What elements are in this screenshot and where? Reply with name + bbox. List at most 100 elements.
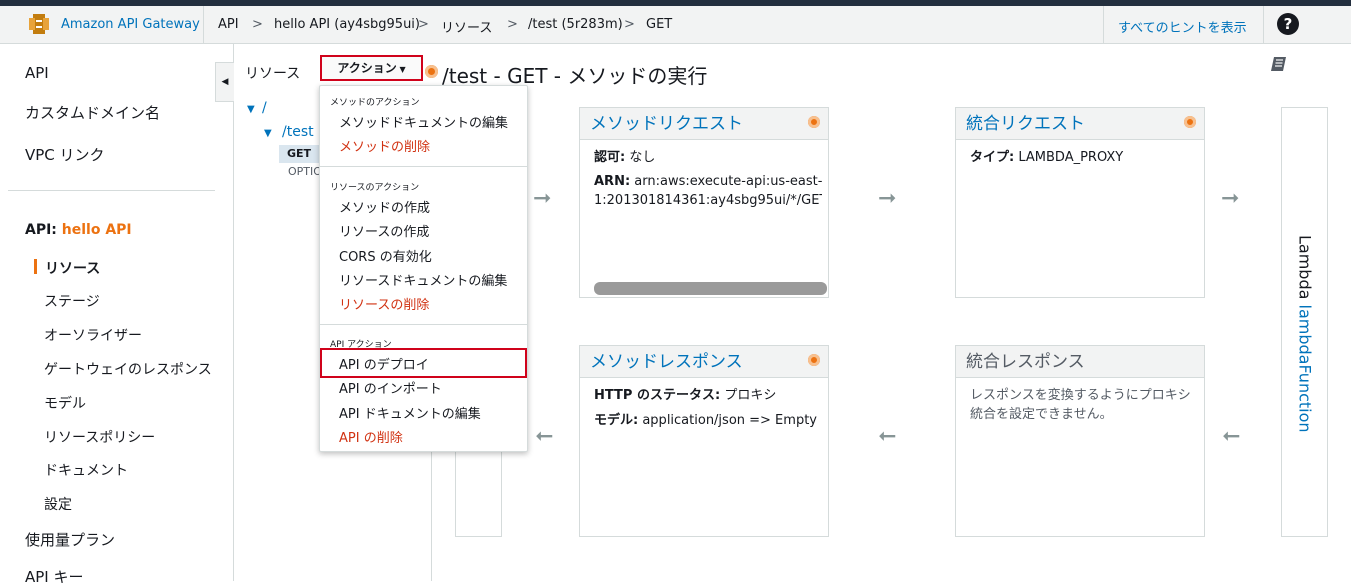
integration-request-body: タイプ: LAMBDA_PROXY	[970, 148, 1198, 167]
menu-deploy-api[interactable]: API のデプロイ	[339, 354, 429, 373]
nav-vpc-link[interactable]: VPC リンク	[25, 144, 105, 165]
menu-delete-method[interactable]: メソッドの削除	[339, 136, 430, 155]
arrow-left-icon: ➞	[535, 424, 554, 449]
dropdown-section-resource: リソースのアクション	[330, 183, 420, 193]
arn-value-line2: 1:201301814361:ay4sbg95ui/*/GET/test	[594, 193, 822, 208]
tree-method-get[interactable]: GET	[279, 145, 319, 163]
tree-expand-icon[interactable]: ▼	[264, 128, 272, 139]
arrow-right-icon: ➞	[878, 186, 897, 211]
menu-edit-method-docs[interactable]: メソッドドキュメントの編集	[339, 112, 508, 131]
model-value: application/json => Empty	[642, 413, 817, 428]
breadcrumb-separator: >	[418, 17, 429, 32]
integration-request-title[interactable]: 統合リクエスト	[956, 108, 1204, 140]
help-icon[interactable]: ?	[1277, 13, 1299, 35]
menu-import-api[interactable]: API のインポート	[339, 378, 442, 397]
status-dot-icon	[1184, 116, 1196, 128]
arrow-left-icon: ➞	[1222, 424, 1241, 449]
breadcrumb-separator: >	[624, 17, 635, 32]
header-divider	[203, 6, 204, 44]
nav-api[interactable]: API	[25, 64, 49, 82]
actions-button-label: アクション	[337, 61, 397, 75]
nav-custom-domain[interactable]: カスタムドメイン名	[25, 102, 160, 123]
horizontal-scrollbar[interactable]	[594, 282, 827, 295]
integration-response-note-line2: 統合を設定できません。	[970, 407, 1113, 422]
header-divider	[1103, 6, 1104, 44]
status-dot-icon	[808, 354, 820, 366]
show-all-hints-link[interactable]: すべてのヒントを表示	[1118, 17, 1247, 36]
lambda-label: Lambda	[1295, 235, 1315, 300]
arn-value-line1: arn:aws:execute-api:us-east-	[634, 174, 823, 189]
header-divider	[1263, 6, 1264, 44]
arrow-right-icon: ➞	[533, 186, 552, 211]
model-label: モデル:	[594, 413, 639, 428]
status-dot-icon	[808, 116, 820, 128]
nav-api-keys[interactable]: API キー	[25, 566, 84, 587]
menu-edit-api-docs[interactable]: API ドキュメントの編集	[339, 403, 481, 422]
menu-delete-api[interactable]: API の削除	[339, 427, 403, 446]
nav-documentation[interactable]: ドキュメント	[44, 460, 128, 480]
documentation-book-icon[interactable]	[1270, 56, 1288, 72]
brand-link[interactable]: Amazon API Gateway	[61, 17, 200, 32]
method-request-body: 認可: なし ARN: arn:aws:execute-api:us-east-…	[594, 148, 822, 210]
integration-response-title: 統合レスポンス	[956, 346, 1204, 378]
nav-models[interactable]: モデル	[44, 393, 86, 413]
menu-edit-resource-docs[interactable]: リソースドキュメントの編集	[339, 270, 507, 289]
integration-response-note: レスポンスを変換するようにプロキシ 統合を設定できません。	[970, 386, 1198, 424]
arrow-left-icon: ➞	[878, 424, 897, 449]
breadcrumb-api-name[interactable]: hello API (ay4sbg95ui)	[274, 17, 420, 32]
method-response-box[interactable]: メソッドレスポンス HTTP のステータス: プロキシ モデル: applica…	[579, 345, 829, 537]
breadcrumb-separator: >	[252, 17, 263, 32]
method-request-box[interactable]: メソッドリクエスト 認可: なし ARN: arn:aws:execute-ap…	[579, 107, 829, 298]
breadcrumb-resource-test[interactable]: /test (5r283m)	[528, 17, 623, 32]
nav-settings[interactable]: 設定	[44, 494, 72, 514]
method-status-icon	[425, 65, 438, 78]
auth-value: なし	[629, 150, 656, 165]
nav-usage-plans[interactable]: 使用量プラン	[25, 529, 115, 550]
api-gateway-logo-icon[interactable]	[28, 13, 50, 35]
integration-request-box[interactable]: 統合リクエスト タイプ: LAMBDA_PROXY	[955, 107, 1205, 298]
dropdown-divider	[320, 166, 527, 167]
method-response-body: HTTP のステータス: プロキシ モデル: application/json …	[594, 386, 822, 430]
integration-response-box: 統合レスポンス レスポンスを変換するようにプロキシ 統合を設定できません。	[955, 345, 1205, 537]
nav-authorizers[interactable]: オーソライザー	[44, 325, 142, 345]
sidebar-border	[233, 44, 234, 581]
nav-stages[interactable]: ステージ	[44, 291, 100, 311]
http-status-value: プロキシ	[724, 388, 777, 403]
nav-api-label: API:	[25, 222, 57, 238]
method-response-title[interactable]: メソッドレスポンス	[580, 346, 828, 378]
method-request-title[interactable]: メソッドリクエスト	[580, 108, 828, 140]
resources-panel-title: リソース	[245, 66, 301, 82]
tree-expand-icon[interactable]: ▼	[247, 104, 255, 115]
nav-resource-policy[interactable]: リソースポリシー	[44, 427, 155, 447]
menu-enable-cors[interactable]: CORS の有効化	[339, 246, 432, 265]
breadcrumb-method: GET	[646, 17, 673, 32]
type-label: タイプ:	[970, 150, 1015, 165]
nav-resources[interactable]: リソース	[45, 258, 100, 278]
arn-label: ARN:	[594, 174, 631, 189]
nav-active-indicator	[34, 259, 37, 274]
dropdown-section-method: メソッドのアクション	[330, 98, 420, 108]
tree-node-test[interactable]: /test	[282, 124, 314, 140]
nav-divider	[8, 190, 215, 191]
caret-down-icon: ▼	[396, 65, 406, 74]
lambda-target[interactable]: Lambda lambdaFunction	[1296, 235, 1315, 433]
auth-label: 認可:	[594, 150, 626, 165]
actions-dropdown-menu: メソッドのアクション メソッドドキュメントの編集 メソッドの削除 リソースのアク…	[319, 85, 528, 452]
collapse-sidebar-icon[interactable]: ◀	[215, 62, 234, 102]
breadcrumb-separator: >	[507, 17, 518, 32]
breadcrumb-resources[interactable]: リソース	[441, 17, 492, 36]
lambda-function-link[interactable]: lambdaFunction	[1296, 305, 1315, 433]
type-value: LAMBDA_PROXY	[1018, 150, 1124, 165]
nav-api-name[interactable]: hello API	[62, 222, 132, 238]
tree-method-options[interactable]: OPTIO	[288, 165, 322, 178]
menu-delete-resource[interactable]: リソースの削除	[339, 294, 429, 313]
nav-api-header: API: hello API	[25, 222, 132, 238]
breadcrumb-api[interactable]: API	[218, 17, 239, 32]
nav-gateway-responses[interactable]: ゲートウェイのレスポンス	[44, 359, 212, 379]
menu-create-method[interactable]: メソッドの作成	[339, 197, 430, 216]
http-status-label: HTTP のステータス:	[594, 388, 721, 403]
menu-create-resource[interactable]: リソースの作成	[339, 221, 429, 240]
actions-dropdown-button[interactable]: アクション ▼	[320, 55, 423, 81]
integration-response-note-line1: レスポンスを変換するようにプロキシ	[970, 388, 1191, 403]
tree-node-root[interactable]: /	[262, 100, 267, 116]
